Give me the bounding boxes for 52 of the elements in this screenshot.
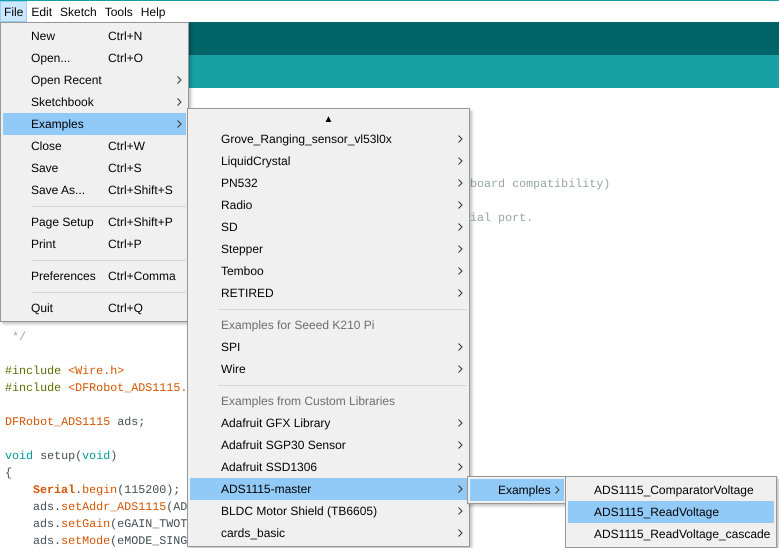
menu-item[interactable]: cards_basic xyxy=(190,522,467,544)
menu-item[interactable]: Close Ctrl+W xyxy=(3,135,186,157)
menu-item[interactable]: Adafruit GFX Library xyxy=(190,412,467,434)
menu-item[interactable]: LiquidCrystal xyxy=(190,150,467,172)
menu-item[interactable]: Adafruit SSD1306 xyxy=(190,456,467,478)
menu-item[interactable]: New Ctrl+N xyxy=(3,25,186,47)
menu-item[interactable]: ADS1115_ReadVoltage_cascade xyxy=(568,523,774,545)
menu-item[interactable]: Temboo xyxy=(190,260,467,282)
menu-bar-item[interactable]: Help xyxy=(136,1,170,22)
menu-item[interactable]: Radio xyxy=(190,194,467,216)
menu-item[interactable]: Grove_Ranging_sensor_vl53l0x xyxy=(190,128,467,150)
menu-item[interactable]: ADS1115_ReadVoltage xyxy=(568,501,774,523)
menu-item[interactable]: Print Ctrl+P xyxy=(3,233,186,255)
code-line: board compatibility) xyxy=(470,176,610,193)
menu-item[interactable]: Save As... Ctrl+Shift+S xyxy=(3,179,186,201)
menu-bar-item[interactable]: Edit xyxy=(27,1,56,22)
menu-item[interactable]: Quit Ctrl+Q xyxy=(3,297,186,319)
menu-item[interactable]: Sketchbook xyxy=(3,91,186,113)
code-line: Serial.begin(115200); xyxy=(33,482,180,499)
menu-bar-item[interactable]: File xyxy=(0,1,28,22)
code-line: ial port. xyxy=(470,210,534,227)
code-line: ads.setMode(eMODE_SING xyxy=(33,533,188,548)
menu-item[interactable]: SD xyxy=(190,216,467,238)
code-line: ads.setAddr_ADS1115(AD xyxy=(33,499,188,516)
menu-item[interactable]: Page Setup Ctrl+Shift+P xyxy=(3,211,186,233)
menu-item[interactable]: ADS1115_ComparatorVoltage xyxy=(568,479,774,501)
menu-item[interactable]: Open... Ctrl+O xyxy=(3,47,186,69)
menu-item[interactable]: RETIRED xyxy=(190,282,467,304)
menu-section-header: Examples from Custom Libraries xyxy=(220,393,396,410)
code-line: ads.setGain(eGAIN_TWOT xyxy=(33,516,188,533)
menu-bar-item[interactable]: Tools xyxy=(100,1,137,22)
menu-item[interactable]: Open Recent xyxy=(3,69,186,91)
code-line: DFRobot_ADS1115 ads; xyxy=(5,414,146,431)
menu-item[interactable]: Save Ctrl+S xyxy=(3,157,186,179)
menu-item[interactable]: Stepper xyxy=(190,238,467,260)
menu-item[interactable]: PN532 xyxy=(190,172,467,194)
menu-item[interactable]: BLDC Motor Shield (TB6605) xyxy=(190,500,467,522)
menu-item[interactable]: SPI xyxy=(190,336,467,358)
menu-section-header: Examples for Seeed K210 Pi xyxy=(220,317,376,334)
menu-item[interactable]: ADS1115-master xyxy=(190,478,467,500)
menu-item[interactable]: Examples xyxy=(3,113,186,135)
code-line: #include <Wire.h> xyxy=(5,363,124,380)
menu-item[interactable]: Examples xyxy=(470,479,564,501)
code-line: */ xyxy=(11,329,26,346)
code-line: { xyxy=(5,465,12,482)
menu-item[interactable]: Preferences Ctrl+Comma xyxy=(3,265,186,287)
code-line: void setup(void) xyxy=(5,448,118,465)
scroll-up-arrow[interactable]: ▲ xyxy=(190,111,467,128)
menu-item[interactable]: Adafruit SGP30 Sensor xyxy=(190,434,467,456)
menu-bar-item[interactable]: Sketch xyxy=(56,1,101,22)
menu-item[interactable]: Wire xyxy=(190,358,467,380)
code-line: #include <DFRobot_ADS1115. xyxy=(5,380,188,397)
